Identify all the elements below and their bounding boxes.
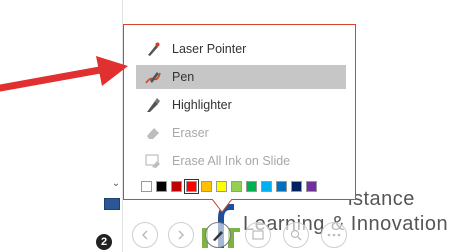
menu-item-laser-pointer[interactable]: Laser Pointer bbox=[136, 37, 346, 61]
more-dots-icon bbox=[327, 233, 341, 237]
see-all-slides-button[interactable] bbox=[245, 222, 271, 248]
menu-item-eraser[interactable]: Eraser bbox=[136, 121, 346, 145]
color-swatch-7[interactable] bbox=[246, 181, 257, 192]
scroll-down-chevron-icon[interactable]: ⌄ bbox=[111, 178, 121, 190]
color-swatch-5[interactable] bbox=[216, 181, 227, 192]
menu-item-label: Laser Pointer bbox=[172, 42, 247, 56]
zoom-button[interactable] bbox=[283, 222, 309, 248]
highlighter-icon bbox=[142, 95, 164, 115]
more-options-button[interactable] bbox=[321, 222, 347, 248]
menu-item-label: Erase All Ink on Slide bbox=[172, 154, 291, 168]
pointer-options-menu: Laser Pointer Pen Highlighter Eraser Era… bbox=[123, 24, 356, 200]
menu-item-label: Highlighter bbox=[172, 98, 232, 112]
arrow-right-icon bbox=[178, 230, 185, 240]
menu-item-label: Eraser bbox=[172, 126, 209, 140]
menu-item-pen[interactable]: Pen bbox=[136, 65, 346, 89]
color-swatch-11[interactable] bbox=[306, 181, 317, 192]
color-swatch-4[interactable] bbox=[201, 181, 212, 192]
color-swatch-9[interactable] bbox=[276, 181, 287, 192]
slide-thumbnail-pane bbox=[0, 0, 123, 252]
magnifier-icon bbox=[290, 229, 302, 241]
color-swatch-3[interactable] bbox=[184, 179, 199, 194]
slide-number-badge: 2 bbox=[96, 234, 112, 250]
pen-tool-button[interactable] bbox=[205, 222, 231, 248]
erase-all-icon bbox=[142, 151, 164, 171]
laser-pointer-icon bbox=[142, 39, 164, 59]
slide-thumbnail-icon[interactable] bbox=[104, 198, 120, 210]
pen-icon bbox=[213, 231, 223, 241]
menu-callout-tail bbox=[212, 199, 232, 213]
menu-item-label: Pen bbox=[172, 70, 195, 84]
slides-grid-icon bbox=[252, 230, 264, 240]
arrow-left-icon bbox=[141, 230, 148, 240]
color-swatch-1[interactable] bbox=[156, 181, 167, 192]
color-swatch-2[interactable] bbox=[171, 181, 182, 192]
eraser-icon bbox=[142, 123, 164, 143]
color-swatch-6[interactable] bbox=[231, 181, 242, 192]
pen-icon bbox=[142, 67, 164, 87]
menu-item-highlighter[interactable]: Highlighter bbox=[136, 93, 346, 117]
next-slide-button[interactable] bbox=[168, 222, 194, 248]
previous-slide-button[interactable] bbox=[132, 222, 158, 248]
slide-title-line-1: istance bbox=[348, 188, 415, 210]
color-swatch-8[interactable] bbox=[261, 181, 272, 192]
ink-color-palette bbox=[141, 179, 317, 194]
color-swatch-0[interactable] bbox=[141, 181, 152, 192]
menu-item-erase-all-ink[interactable]: Erase All Ink on Slide bbox=[136, 149, 346, 173]
color-swatch-10[interactable] bbox=[291, 181, 302, 192]
